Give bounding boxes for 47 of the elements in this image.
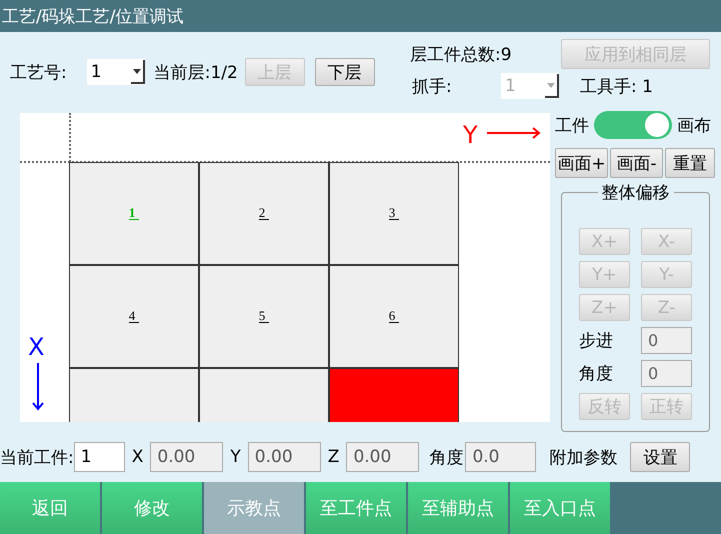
coord-label: 角度 (429, 446, 464, 468)
toggle-right-label: 画布 (677, 114, 711, 136)
gripper-label: 抓手: (412, 76, 453, 98)
input-field[interactable]: 0 (641, 327, 692, 354)
coord-label: Y (230, 447, 241, 467)
coord-label: X (132, 447, 144, 467)
x-axis-label: X (28, 335, 44, 359)
grid-cell[interactable]: 4 (69, 265, 199, 368)
cell-number: 3 (388, 207, 400, 220)
input-field[interactable]: 0 (641, 360, 692, 387)
window-title: 工艺/码垛工艺/位置调试 (2, 6, 184, 28)
cell-number: 6 (388, 310, 400, 323)
cell-number: 1 (128, 207, 140, 220)
grid-cell[interactable]: 3 (329, 162, 459, 265)
toggle-left-label: 工件 (555, 114, 589, 136)
grid-cell[interactable]: 6 (329, 265, 459, 368)
y-axis-label: Y (463, 123, 478, 147)
grid-cell[interactable]: 2 (199, 162, 329, 265)
view-toggle[interactable] (594, 111, 672, 139)
cell-number: 5 (258, 310, 270, 323)
tool-text: 工具手: 1 (580, 76, 653, 98)
settings-button[interactable]: 设置 (630, 442, 690, 472)
process-label: 工艺号: (10, 62, 67, 84)
coord-field[interactable]: 0.00 (248, 442, 321, 472)
layer-down-button[interactable]: 下层 (314, 58, 375, 86)
coord-field[interactable]: 0.00 (346, 442, 420, 472)
process-select[interactable]: 1 (86, 59, 145, 85)
coord-field[interactable]: 0.0 (465, 442, 536, 472)
current-input-field[interactable]: 1 (74, 442, 125, 472)
dropdown-arrow-icon (547, 82, 555, 88)
dropdown-arrow-icon (132, 68, 141, 74)
extra-label: 附加参数 (549, 446, 618, 468)
current-label: 当前工件: (0, 446, 74, 468)
layer-text: 当前层:1/2 (154, 62, 239, 84)
zoom-out-button[interactable]: 画面- (610, 148, 663, 178)
field-label: 角度 (579, 363, 614, 385)
down-arrow-icon (32, 363, 44, 411)
total-text: 层工件总数:9 (410, 44, 513, 66)
coord-field[interactable]: 0.00 (150, 442, 224, 472)
cell-number: 4 (128, 310, 140, 323)
coord-label: Z (328, 447, 340, 467)
zoom-in-button[interactable]: 画面+ (555, 148, 608, 178)
right-arrow-icon (487, 127, 541, 139)
reset-button[interactable]: 重置 (665, 148, 715, 178)
field-label: 步进 (579, 330, 614, 352)
grid-cell[interactable]: 5 (199, 265, 329, 368)
cell-number: 2 (258, 207, 270, 220)
